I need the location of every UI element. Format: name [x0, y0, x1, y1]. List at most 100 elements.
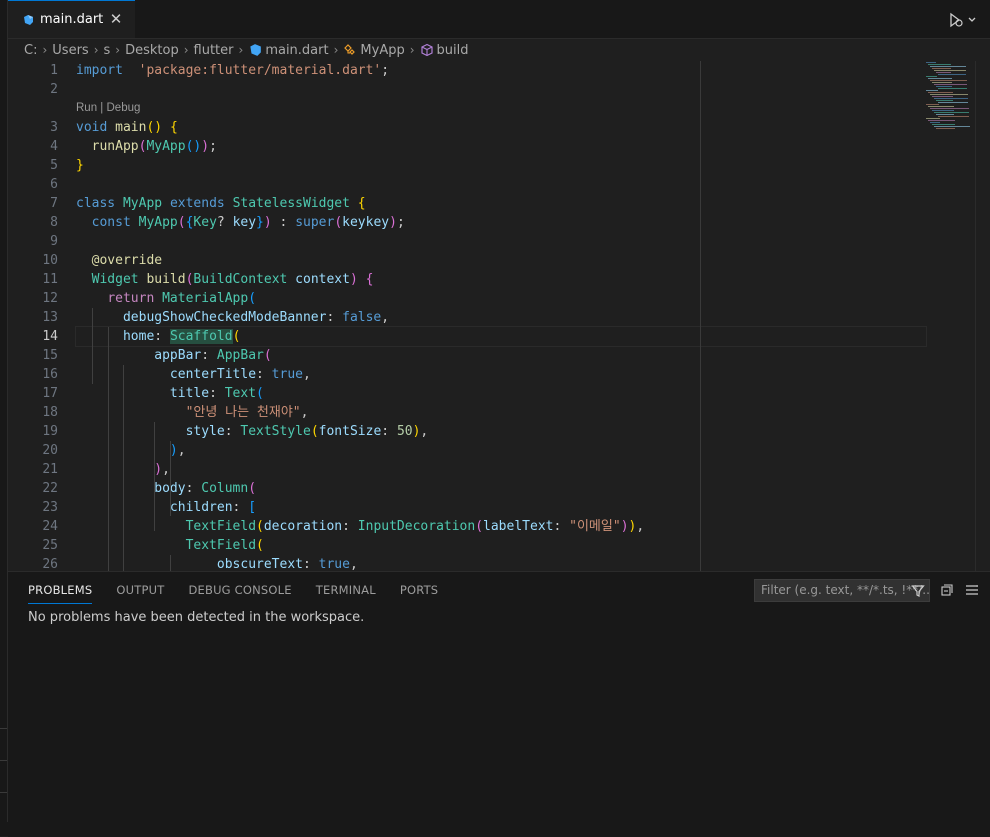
code-token: TextStyle: [240, 424, 311, 439]
tab-problems[interactable]: PROBLEMS: [28, 572, 93, 608]
code-line[interactable]: [76, 232, 926, 251]
code-line[interactable]: children: [: [76, 498, 926, 517]
filter-icon[interactable]: [911, 584, 925, 598]
code-line[interactable]: home: Scaffold(: [75, 326, 927, 347]
code-token: {: [365, 272, 374, 287]
line-number: 11: [42, 272, 58, 287]
breadcrumb-users[interactable]: Users: [52, 43, 88, 58]
code-line[interactable]: title: Text(: [76, 384, 926, 403]
minimap-line: [938, 88, 967, 89]
close-icon[interactable]: ✕: [107, 10, 125, 28]
indent-guide: [123, 365, 124, 571]
class-symbol-icon: [344, 44, 356, 55]
minimap-line: [936, 72, 951, 73]
tab-main-dart[interactable]: main.dart ✕: [8, 0, 135, 38]
codelens-run-link[interactable]: Run: [76, 102, 97, 114]
code-line[interactable]: }: [76, 156, 926, 175]
code-line[interactable]: obscureText: true,: [76, 555, 926, 571]
breadcrumb-flutter[interactable]: flutter: [194, 43, 234, 58]
code-token: decoration: [263, 519, 343, 534]
code-line[interactable]: ),: [76, 441, 926, 460]
code-token: BuildContext: [193, 272, 288, 287]
line-number: 7: [50, 196, 58, 211]
code-token: (): [185, 139, 202, 154]
code-token: ): [389, 215, 397, 230]
breadcrumb-drive[interactable]: C:: [24, 43, 37, 58]
line-number: 21: [42, 462, 58, 477]
minimap-line: [928, 78, 952, 79]
code-line[interactable]: "안녕 나는 천재야",: [76, 403, 926, 422]
line-number-gutter: 12.3456789101112131415161718192021222324…: [8, 61, 64, 571]
editor-tab-bar: main.dart ✕: [8, 0, 990, 39]
chevron-right-icon: ›: [183, 43, 189, 57]
code-token: :: [553, 519, 570, 534]
collapse-all-icon[interactable]: [940, 583, 954, 597]
code-line[interactable]: [76, 175, 926, 194]
code-token: MyApp: [138, 215, 178, 230]
code-line[interactable]: TextField(: [76, 536, 926, 555]
line-number: 10: [42, 253, 58, 268]
tab-terminal[interactable]: TERMINAL: [316, 572, 376, 608]
code-token: ,: [300, 405, 309, 420]
code-line[interactable]: runApp(MyApp());: [76, 137, 926, 156]
code-editor[interactable]: 12.3456789101112131415161718192021222324…: [8, 61, 990, 571]
code-token: runApp: [91, 139, 139, 154]
code-content[interactable]: import 'package:flutter/material.dart'; R…: [75, 61, 927, 571]
code-token: (: [334, 215, 343, 230]
code-token: ): [154, 462, 163, 477]
code-line[interactable]: TextField(decoration: InputDecoration(la…: [76, 517, 926, 536]
minimap-line: [934, 126, 970, 127]
problems-filter-input[interactable]: Filter (e.g. text, **/*.ts, !**/...: [754, 579, 930, 602]
code-token: debugShowCheckedModeBanner: [122, 310, 327, 325]
minimap-line: [926, 62, 936, 63]
code-line[interactable]: return MaterialApp(: [76, 289, 926, 308]
code-line[interactable]: [76, 80, 926, 99]
tab-debug-console[interactable]: DEBUG CONSOLE: [188, 572, 291, 608]
breadcrumb-desktop[interactable]: Desktop: [125, 43, 179, 58]
code-line[interactable]: ),: [76, 460, 926, 479]
code-line[interactable]: const MyApp({Key? key}) : super(keykey);: [76, 213, 926, 232]
code-line[interactable]: class MyApp extends StatelessWidget {: [76, 194, 926, 213]
line-number: 26: [42, 557, 58, 571]
code-line[interactable]: Widget build(BuildContext context) {: [76, 270, 926, 289]
code-line[interactable]: appBar: AppBar(: [76, 346, 926, 365]
code-token: AppBar: [216, 348, 264, 363]
code-token: :: [302, 557, 319, 571]
line-number: 8: [50, 215, 58, 230]
line-number: 14: [42, 329, 58, 344]
code-line[interactable]: body: Column(: [76, 479, 926, 498]
line-number: 18: [42, 405, 58, 420]
code-line[interactable]: style: TextStyle(fontSize: 50),: [76, 422, 926, 441]
run-debug-icon[interactable]: [948, 11, 978, 29]
breadcrumb-s[interactable]: s: [104, 43, 111, 58]
tab-output[interactable]: OUTPUT: [116, 572, 164, 608]
minimap-line: [930, 66, 966, 67]
editor-scrollbar[interactable]: [975, 61, 990, 571]
line-number: 1: [50, 63, 58, 78]
tab-ports[interactable]: PORTS: [400, 572, 438, 608]
code-line[interactable]: debugShowCheckedModeBanner: false,: [76, 308, 926, 327]
minimap-line: [926, 104, 939, 105]
codelens-debug-link[interactable]: Debug: [107, 102, 141, 114]
code-token: const: [91, 215, 131, 230]
code-token: }: [256, 215, 264, 230]
column-ruler: [700, 61, 701, 571]
code-line[interactable]: centerTitle: true,: [76, 365, 926, 384]
view-as-list-icon[interactable]: [965, 583, 979, 597]
breadcrumb-method[interactable]: build: [420, 43, 469, 58]
code-line[interactable]: import 'package:flutter/material.dart';: [76, 61, 926, 80]
breadcrumb-class[interactable]: MyApp: [343, 43, 405, 58]
minimap-line: [930, 122, 940, 123]
code-line[interactable]: @override: [76, 251, 926, 270]
code-token: ?: [216, 215, 233, 230]
code-token: children: [169, 500, 233, 515]
code-line[interactable]: void main() {: [76, 118, 926, 137]
breadcrumb-file[interactable]: main.dart: [248, 43, 329, 58]
line-number: 24: [42, 519, 58, 534]
code-token: true: [318, 557, 350, 571]
code-token: home: [122, 329, 155, 344]
